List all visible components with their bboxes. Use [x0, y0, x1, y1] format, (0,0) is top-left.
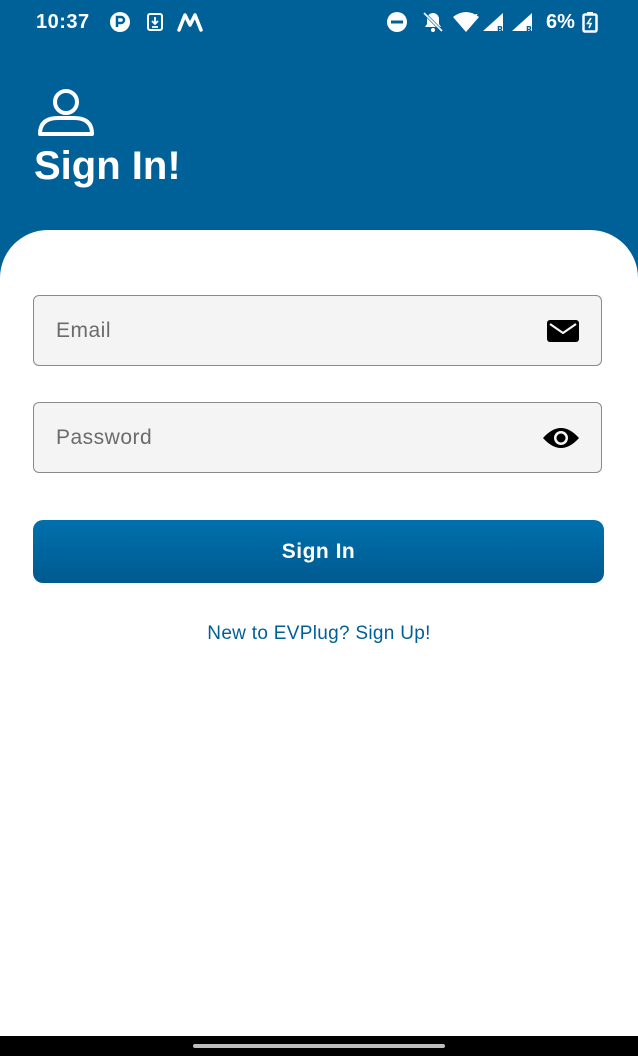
svg-text:x: x	[472, 12, 478, 22]
signal-icon: R	[510, 10, 536, 34]
email-input[interactable]	[56, 296, 516, 365]
navigation-bar	[0, 1036, 638, 1056]
password-input[interactable]	[56, 403, 516, 472]
battery-icon	[582, 10, 598, 34]
wifi-icon: x	[452, 10, 480, 34]
m-app-icon	[177, 10, 203, 34]
app-notification-icon	[108, 10, 132, 34]
status-time: 10:37	[36, 11, 90, 33]
svg-text:R: R	[497, 25, 503, 33]
sign-in-button[interactable]: Sign In	[33, 520, 604, 583]
email-field[interactable]	[33, 295, 602, 366]
muted-bell-icon	[421, 10, 445, 34]
battery-percentage: 6%	[546, 11, 575, 33]
user-icon	[36, 88, 96, 143]
mail-icon	[546, 319, 580, 343]
password-field[interactable]	[33, 402, 602, 473]
page-title: Sign In!	[34, 144, 181, 188]
eye-icon[interactable]	[542, 426, 580, 450]
do-not-disturb-icon	[386, 10, 408, 34]
download-icon	[146, 10, 164, 34]
svg-text:R: R	[526, 25, 532, 33]
sign-up-link[interactable]: New to EVPlug? Sign Up!	[0, 623, 638, 645]
status-bar: 10:37 x R R 6%	[0, 0, 638, 46]
home-gesture-handle[interactable]	[193, 1044, 445, 1048]
signal-icon: R	[481, 10, 507, 34]
